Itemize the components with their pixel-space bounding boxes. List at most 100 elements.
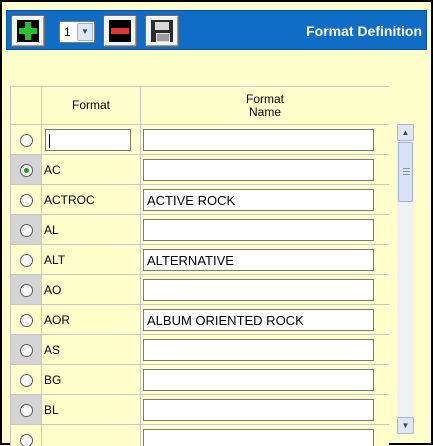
grip-line — [403, 168, 410, 169]
page-select-value: 1 — [64, 25, 71, 39]
format-name-cell — [141, 365, 390, 395]
format-code-cell: AS — [42, 335, 141, 365]
column-header-format-name-line2: Name — [249, 105, 281, 119]
format-name-input[interactable]: ALBUM ORIENTED ROCK — [143, 309, 374, 331]
row-selector — [11, 305, 42, 335]
table-row: AOR ALBUM ORIENTED ROCK — [11, 305, 390, 335]
row-selector — [11, 185, 42, 215]
format-name-cell: ALBUM ORIENTED ROCK — [141, 305, 390, 335]
scroll-down-button[interactable]: ▼ — [397, 417, 414, 434]
column-header-format-name-line1: Format — [246, 92, 284, 106]
row-radio[interactable] — [20, 254, 33, 267]
format-name-input[interactable] — [143, 219, 374, 241]
format-name-cell — [141, 155, 390, 185]
row-radio[interactable] — [20, 374, 33, 387]
format-name-input[interactable]: ALTERNATIVE — [143, 249, 374, 271]
add-button[interactable] — [11, 15, 45, 47]
format-name-input[interactable] — [143, 429, 374, 446]
format-code: BL — [44, 403, 59, 417]
format-code-cell: AL — [42, 215, 141, 245]
table-row: BL — [11, 395, 390, 425]
row-radio[interactable] — [20, 224, 33, 237]
format-name-cell — [141, 125, 390, 155]
text-caret — [49, 134, 50, 148]
row-radio[interactable] — [20, 404, 33, 417]
grip-line — [403, 171, 410, 172]
table-row: ALT ALTERNATIVE — [11, 245, 390, 275]
format-name-input[interactable]: ACTIVE ROCK — [143, 189, 374, 211]
vertical-scrollbar[interactable]: ▲ ▼ — [397, 124, 414, 434]
format-code: BG — [44, 373, 61, 387]
table-row: AO — [11, 275, 390, 305]
format-code: AC — [44, 163, 61, 177]
format-name-cell: ACTIVE ROCK — [141, 185, 390, 215]
row-selector — [11, 245, 42, 275]
row-radio[interactable] — [20, 284, 33, 297]
table-row — [11, 425, 390, 446]
format-code: ACTROC — [44, 193, 95, 207]
delete-button[interactable] — [103, 15, 137, 47]
format-code: ALT — [44, 253, 65, 267]
format-name-cell — [141, 425, 390, 446]
minus-icon — [109, 20, 131, 42]
format-definition-window: 1 ▼ Format Definition Format Format — [0, 0, 433, 445]
format-name-cell — [141, 215, 390, 245]
format-code-cell — [42, 425, 141, 446]
page-select[interactable]: 1 ▼ — [59, 21, 95, 43]
format-code-cell: BL — [42, 395, 141, 425]
row-radio[interactable] — [20, 344, 33, 357]
row-selector — [11, 395, 42, 425]
row-radio-selected[interactable] — [20, 164, 33, 177]
format-code-input[interactable] — [45, 129, 131, 151]
format-name-input[interactable] — [143, 369, 374, 391]
row-selector — [11, 215, 42, 245]
row-radio[interactable] — [20, 194, 33, 207]
format-code-cell: AC — [42, 155, 141, 185]
row-selector — [11, 125, 42, 155]
format-name-input[interactable] — [143, 399, 374, 421]
row-radio[interactable] — [20, 314, 33, 327]
format-name-cell: ALTERNATIVE — [141, 245, 390, 275]
chevron-down-icon: ▼ — [77, 23, 93, 41]
format-grid: Format Format Name AC — [10, 86, 389, 446]
chevron-up-icon: ▲ — [402, 128, 410, 137]
format-code-cell: ALT — [42, 245, 141, 275]
format-code-cell: AO — [42, 275, 141, 305]
format-name-input[interactable] — [143, 339, 374, 361]
row-radio[interactable] — [20, 434, 33, 446]
column-header-format-name: Format Name — [141, 87, 390, 125]
page-title: Format Definition — [306, 23, 422, 39]
format-name-input[interactable] — [143, 279, 374, 301]
format-code-cell: AOR — [42, 305, 141, 335]
format-name-input[interactable] — [143, 129, 374, 151]
chevron-down-icon: ▼ — [402, 421, 410, 430]
row-selector — [11, 275, 42, 305]
table-row: BG — [11, 365, 390, 395]
table-row: AL — [11, 215, 390, 245]
save-button[interactable] — [145, 15, 179, 47]
format-code: AOR — [44, 313, 70, 327]
format-code: AO — [44, 283, 61, 297]
table-row: AC — [11, 155, 390, 185]
format-code-cell — [42, 125, 141, 155]
format-code-cell: BG — [42, 365, 141, 395]
format-code: AS — [44, 343, 60, 357]
format-name-cell — [141, 335, 390, 365]
table-row: ACTROC ACTIVE ROCK — [11, 185, 390, 215]
save-disk-icon — [151, 20, 173, 42]
row-selector — [11, 155, 42, 185]
row-selector — [11, 365, 42, 395]
table-row: AS — [11, 335, 390, 365]
format-code: AL — [44, 223, 59, 237]
format-name-input[interactable] — [143, 159, 374, 181]
table-row — [11, 125, 390, 155]
format-name-cell — [141, 395, 390, 425]
scroll-up-button[interactable]: ▲ — [397, 124, 414, 141]
grip-line — [403, 174, 410, 175]
row-radio[interactable] — [20, 134, 33, 147]
row-selector — [11, 335, 42, 365]
format-code-cell: ACTROC — [42, 185, 141, 215]
row-selector — [11, 425, 42, 446]
toolbar: 1 ▼ Format Definition — [6, 10, 427, 50]
scrollbar-thumb[interactable] — [398, 142, 413, 202]
